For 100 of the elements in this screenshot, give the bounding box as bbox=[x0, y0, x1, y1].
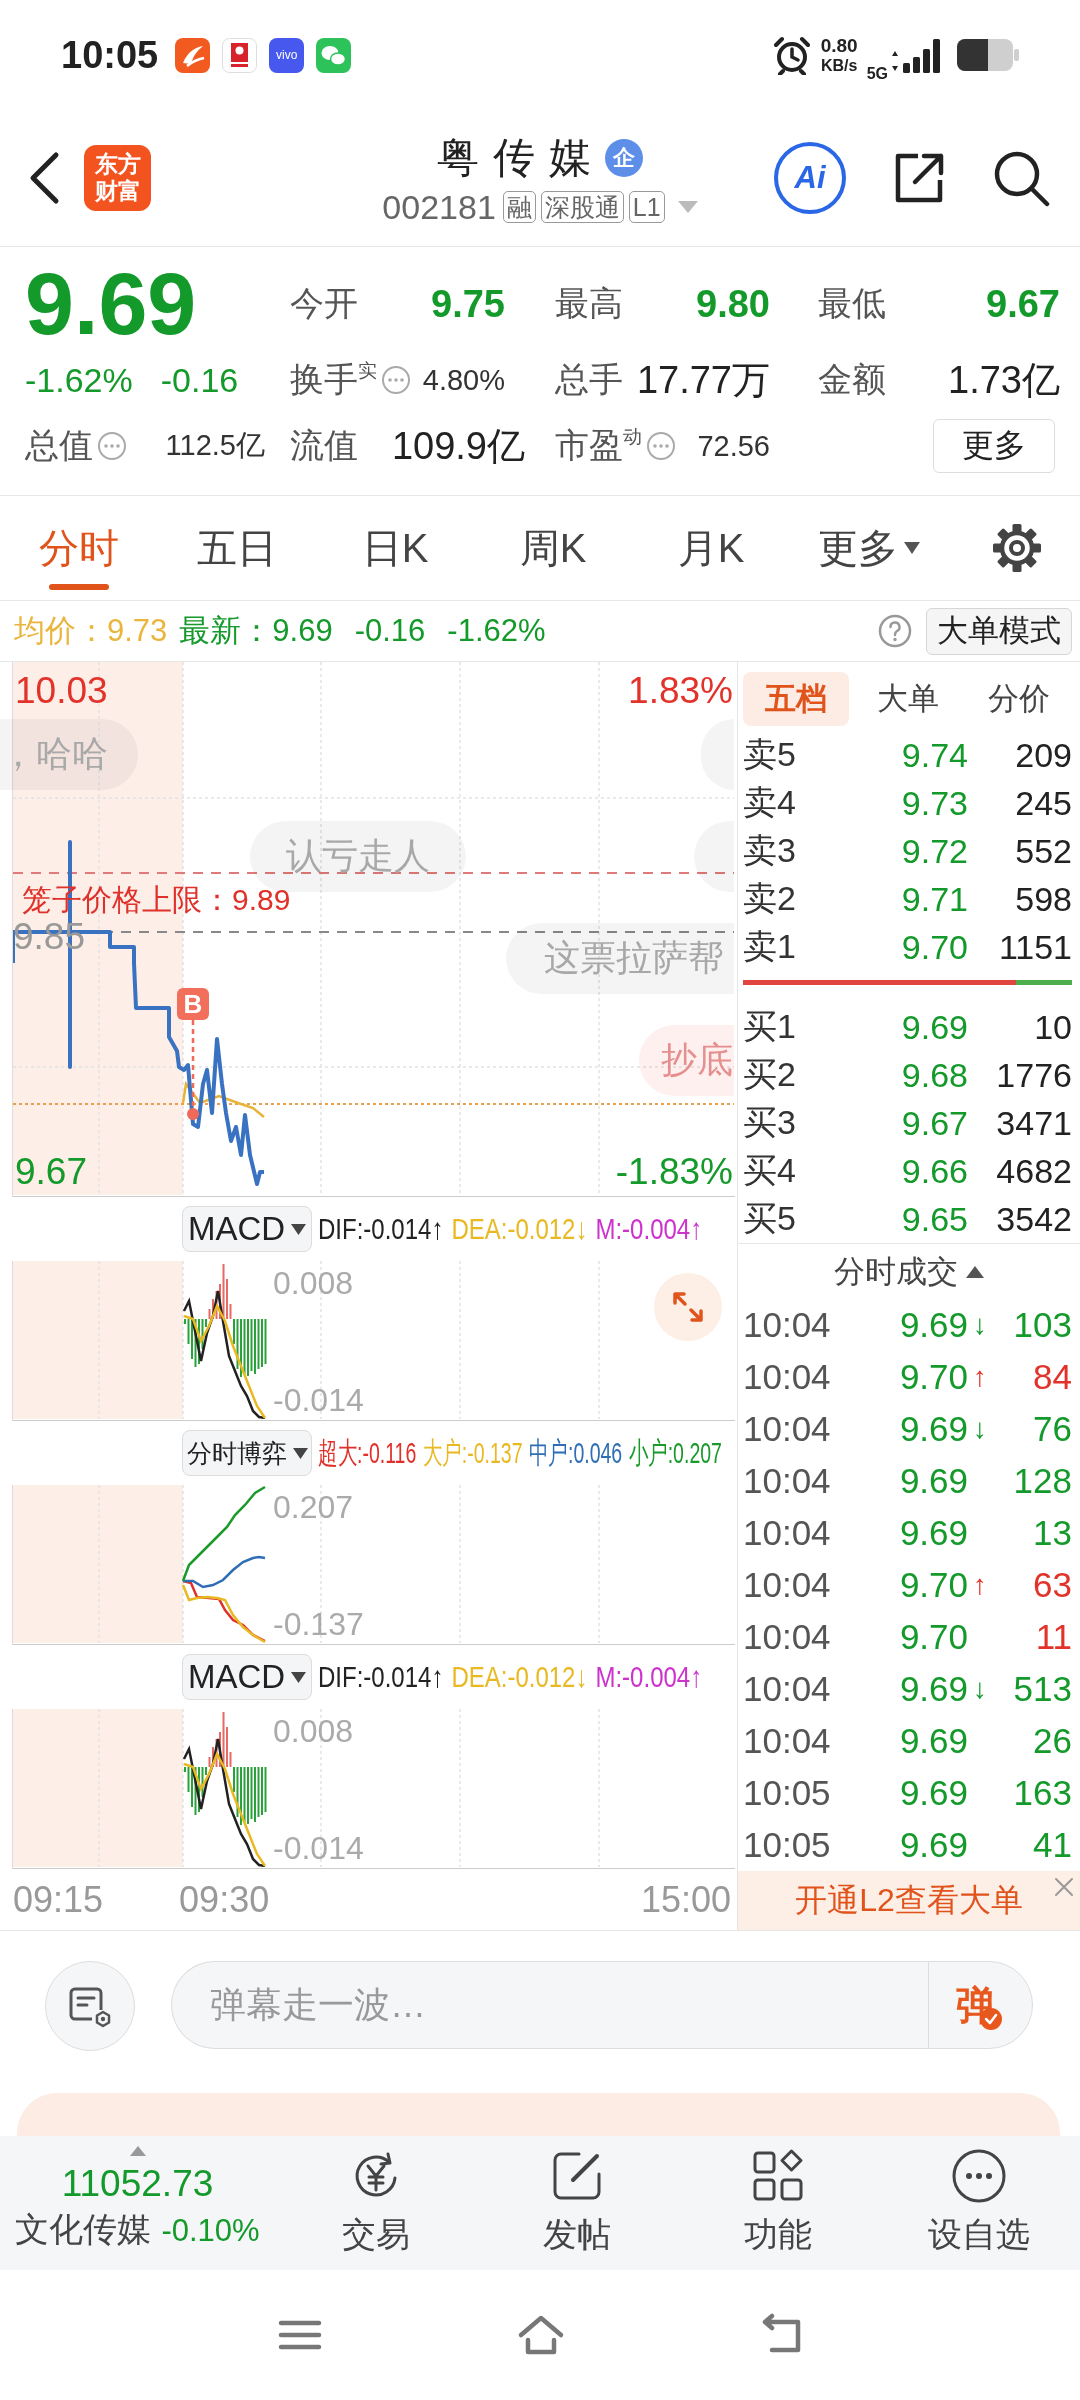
back-icon[interactable] bbox=[28, 151, 60, 205]
close-icon[interactable] bbox=[1053, 1876, 1075, 1898]
alarm-clock-icon bbox=[771, 35, 812, 75]
toolbar-button[interactable]: 发帖 bbox=[476, 2136, 677, 2270]
order-volume: 3471 bbox=[995, 1103, 1072, 1143]
trade-time: 10:04 bbox=[743, 1357, 832, 1397]
toolbar-button[interactable]: 交易 bbox=[275, 2136, 476, 2270]
stock-tag: 融 bbox=[502, 191, 536, 224]
change-percent: -1.62% bbox=[25, 360, 133, 400]
trade-time: 10:04 bbox=[743, 1305, 832, 1345]
title-badge: 企 bbox=[605, 139, 643, 178]
trade-price: 9.69 bbox=[898, 1305, 968, 1345]
stat-value: 9.75 bbox=[431, 282, 505, 327]
trade-price: 9.70 bbox=[898, 1357, 968, 1397]
search-icon[interactable] bbox=[992, 149, 1050, 207]
indicator-value: M:-0.004↑ bbox=[595, 1212, 703, 1246]
stat-value: 72.56 bbox=[697, 429, 770, 463]
order-book-tab[interactable]: 分价 bbox=[966, 671, 1072, 726]
direction-arrow: ↓ bbox=[973, 1413, 987, 1445]
toolbar-button[interactable]: 功能 bbox=[677, 2136, 878, 2270]
more-icon bbox=[950, 2148, 1007, 2204]
stat-label: 最高 bbox=[555, 283, 623, 324]
chart-tab[interactable]: 更多 bbox=[790, 496, 948, 600]
order-price: 9.73 bbox=[900, 783, 968, 823]
info-dots-icon[interactable] bbox=[646, 431, 676, 461]
info-dots-icon[interactable] bbox=[381, 365, 411, 395]
order-level: 卖5 bbox=[743, 734, 797, 775]
indicator-selector[interactable]: MACD bbox=[182, 1654, 312, 1700]
time-axis-label: 09:15 bbox=[13, 1878, 104, 1921]
order-volume: 1151 bbox=[997, 927, 1072, 967]
stat-label: 最低 bbox=[818, 283, 886, 324]
order-volume: 209 bbox=[1014, 735, 1072, 775]
order-volume: 10 bbox=[1033, 1007, 1072, 1047]
trades-title: 分时成交 bbox=[834, 1252, 958, 1291]
indicator-selector[interactable]: 分时博弈 bbox=[182, 1430, 312, 1476]
order-volume: 598 bbox=[1014, 879, 1072, 919]
direction-arrow: ↓ bbox=[973, 1309, 987, 1341]
axis-label: -1.83% bbox=[615, 1153, 733, 1190]
large-order-mode-button[interactable]: 大单模式 bbox=[926, 607, 1072, 655]
index-value: 11052.73 bbox=[61, 2163, 214, 2205]
settings-icon[interactable] bbox=[991, 522, 1043, 574]
network-speed: 0.80 bbox=[820, 36, 858, 55]
trade-time: 10:04 bbox=[743, 1669, 832, 1709]
order-price: 9.74 bbox=[900, 735, 968, 775]
stat-value: 17.77万 bbox=[636, 357, 770, 403]
expand-icon bbox=[670, 1289, 706, 1325]
order-price: 9.72 bbox=[900, 831, 968, 871]
latest-change-percent: -1.62% bbox=[447, 613, 546, 649]
stock-name: 粤传媒 bbox=[437, 133, 605, 184]
indicator-selector[interactable]: MACD bbox=[182, 1206, 312, 1252]
order-price: 9.70 bbox=[900, 927, 968, 967]
trade-volume: 11 bbox=[1034, 1617, 1072, 1657]
order-level: 卖4 bbox=[743, 782, 797, 823]
axis-label: 1.83% bbox=[628, 672, 733, 709]
stat-value: 1.73亿 bbox=[948, 357, 1060, 403]
indicator-value: 小户:0.207 bbox=[628, 1434, 722, 1471]
order-volume: 1776 bbox=[995, 1055, 1072, 1095]
trade-time: 10:04 bbox=[743, 1721, 832, 1761]
change-amount: -0.16 bbox=[160, 360, 239, 400]
trade-time: 10:04 bbox=[743, 1461, 832, 1501]
chart-tab[interactable]: 日K bbox=[316, 496, 474, 600]
order-price: 9.69 bbox=[900, 1007, 968, 1047]
chart-tab[interactable]: 周K bbox=[474, 496, 632, 600]
average-price: 9.73 bbox=[107, 613, 168, 649]
indicator-value: DEA:-0.012↓ bbox=[451, 1212, 588, 1246]
caret-icon[interactable] bbox=[966, 1265, 984, 1278]
latest-price: 9.69 bbox=[272, 613, 333, 649]
indicator-value: DIF:-0.014↑ bbox=[318, 1212, 444, 1246]
axis-label: 0.008 bbox=[273, 1267, 354, 1299]
stat-value: 112.5亿 bbox=[165, 428, 265, 463]
axis-label: 10.03 bbox=[15, 672, 108, 709]
more-button[interactable]: 更多 bbox=[933, 419, 1055, 473]
stock-tag: L1 bbox=[628, 191, 665, 224]
stat-value: 9.80 bbox=[696, 282, 770, 327]
ai-button[interactable]: Ai bbox=[774, 142, 846, 214]
time-axis-label: 09:30 bbox=[179, 1878, 270, 1921]
indicator-value: DIF:-0.014↑ bbox=[318, 1660, 444, 1694]
direction-arrow: ↑ bbox=[973, 1361, 987, 1393]
trade-time: 10:05 bbox=[743, 1825, 832, 1865]
trade-volume: 103 bbox=[1012, 1305, 1072, 1345]
info-dots-icon[interactable] bbox=[97, 431, 127, 461]
trade-price: 9.69 bbox=[898, 1669, 968, 1709]
latest-change: -0.16 bbox=[354, 613, 426, 649]
caret-icon bbox=[291, 1671, 307, 1683]
order-book-tab[interactable]: 大单 bbox=[854, 671, 961, 726]
trade-time: 10:04 bbox=[743, 1513, 832, 1553]
chart-tab[interactable]: 五日 bbox=[158, 496, 316, 600]
indicator-value: 超大:-0.116 bbox=[318, 1434, 417, 1471]
chart-tab[interactable]: 分时 bbox=[0, 496, 158, 600]
help-icon[interactable] bbox=[878, 614, 912, 648]
comment-bubble: 抄底 bbox=[639, 1025, 734, 1096]
comment-input[interactable]: 弹幕走一波… bbox=[171, 1961, 928, 2049]
trade-time: 10:04 bbox=[743, 1617, 832, 1657]
toolbar-button[interactable]: 设自选 bbox=[878, 2136, 1079, 2270]
order-volume: 552 bbox=[1014, 831, 1072, 871]
app-logo: 东方财富 bbox=[84, 145, 151, 211]
chart-tab[interactable]: 月K bbox=[632, 496, 790, 600]
wordmark-app-icon: vivo bbox=[269, 37, 305, 73]
status-time: 10:05 bbox=[61, 33, 159, 77]
trade-volume: 63 bbox=[1032, 1565, 1072, 1605]
